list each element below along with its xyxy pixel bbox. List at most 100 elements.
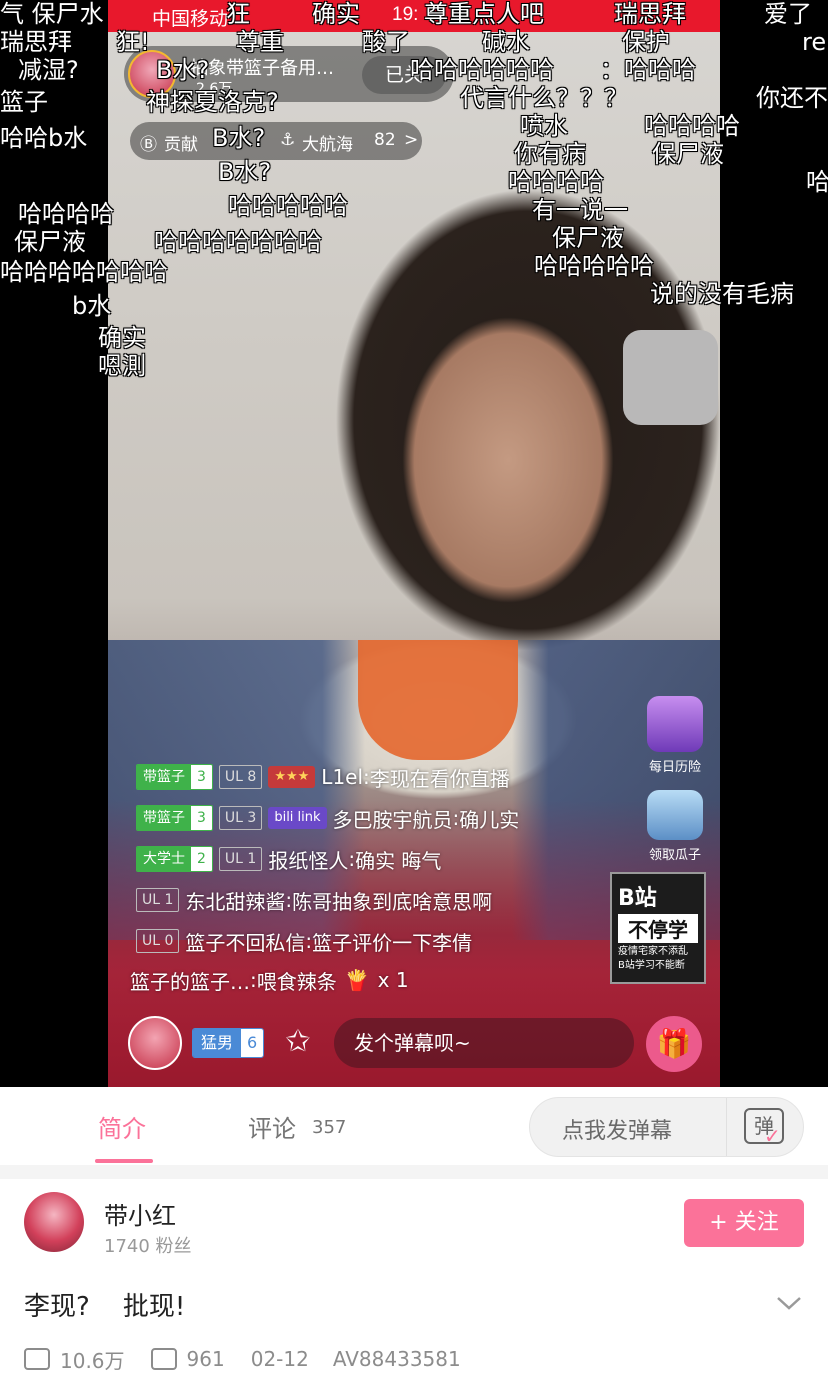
danmaku-comment: 哈哈哈哈 [508,168,604,196]
send-danmaku-button[interactable]: 点我发弹幕 弹 ✓ [529,1097,804,1157]
danmaku-comment: 有一说一 [532,196,628,224]
live-player[interactable]: 中国移动 19: 抽象带篮子备用… 2.6万 已关 Ⓑ 贡献 ⚓ 大航海 82 … [0,0,828,1087]
danmaku-comment: 哈哈哈哈哈 [534,252,654,280]
melon-seeds-button[interactable]: 领取瓜子 [640,790,710,863]
danmaku-comment: 酸了 [362,28,410,56]
danmaku-comment: 瑞思拜 [0,28,72,56]
chat-user: 报纸怪人 [268,848,349,873]
badge-icon: Ⓑ [140,135,157,155]
chat-message[interactable]: 带篮子 3 UL 3 bili link 多巴胺宇航员: 确儿实 [136,803,519,833]
view-count: 10.6万 [60,1348,125,1373]
uploader-avatar[interactable] [24,1192,84,1252]
my-fan-medal[interactable]: 猛男 6 [192,1028,265,1058]
danmaku-comment: b水 [72,292,112,320]
av-number: AV88433581 [332,1347,461,1371]
chat-user: 东北甜辣酱 [185,889,286,914]
clock: 19: [392,4,419,25]
publish-date: 02-12 [250,1347,309,1371]
star-icon[interactable]: ✩ [280,1024,316,1060]
fleet-label: 大航海 [302,135,353,155]
danmaku-comment: 狂 [226,0,250,28]
danmaku-comment: 你有病 [514,140,586,168]
daily-adventure-button[interactable]: 每日历险 [640,696,710,775]
live-danmaku-input[interactable]: 发个弹幕呗~ [334,1018,634,1068]
danmaku-comment: 哈哈哈哈哈哈 [410,56,554,84]
chevron-right-icon: > [404,130,419,150]
comments-count: 357 [312,1117,347,1138]
rank-bar[interactable]: Ⓑ 贡献 ⚓ 大航海 82 > [130,122,422,160]
gift-box-icon [647,790,703,840]
spicy-strip-icon: 🍟 [344,968,370,992]
danmaku-comment: 代言什么？？？ [460,84,628,112]
chat-user: 篮子不回私信 [185,930,306,955]
danmaku-comment: 哈哈b水 [0,124,88,152]
bilibili-link-badge-icon: bili link [268,807,327,829]
my-avatar[interactable] [128,1016,182,1070]
fan-medal: 带篮子 3 [136,805,213,831]
uploader-name[interactable]: 带小红 [104,1196,176,1231]
bilibili-study-banner[interactable]: B站 不停学 疫情宅家不添乱 B站学习不能断 [610,872,706,984]
chat-message[interactable]: 带篮子 3 UL 8 ★★★ L1el: 李现在看你直播 [136,762,510,792]
gift-count: x 1 [377,968,409,992]
danmaku-count-icon [150,1348,177,1370]
promo-line-2: 不停学 [618,914,698,943]
fan-medal: 带篮子 3 [136,764,213,790]
chat-text: 确实 晦气 [355,848,442,873]
promo-line-3: 疫情宅家不添乱 [618,946,688,957]
uploader-fans: 1740 粉丝 [104,1236,192,1257]
danmaku-comment: 喷水 [520,112,568,140]
tab-active-indicator [95,1159,153,1163]
gift-user: 篮子的篮子… [130,969,250,994]
danmaku-comment: 嗯測 [98,352,146,380]
danmaku-comment: B水? [156,56,210,84]
title-badge-icon: ★★★ [268,766,316,788]
melon-seeds-label: 领取瓜子 [648,848,701,863]
gift-icon[interactable]: 🎁 [646,1016,702,1072]
treasure-chest-icon [647,696,703,752]
danmaku-comment: 哈哈哈哈 [644,112,740,140]
danmaku-comment: re [802,28,827,56]
user-level: UL 1 [136,888,180,912]
tab-comments[interactable]: 评论 [248,1109,296,1144]
gift-text: 喂食辣条 [256,969,337,994]
video-shirt [358,640,518,760]
section-divider [0,1165,828,1179]
chat-message[interactable]: UL 0 篮子不回私信: 篮子评价一下李倩 [136,926,472,956]
gift-message[interactable]: 篮子的篮子…: 喂食辣条 🍟 x 1 [130,965,409,995]
fan-medal: 大学士 2 [136,846,213,872]
user-level: UL 0 [136,929,180,953]
play-count-icon [24,1348,50,1370]
tab-bar: 简介 评论 357 点我发弹幕 弹 ✓ [0,1087,828,1165]
danmaku-comment: 瑞思拜 [614,0,686,28]
danmaku-comment: 确实 [98,324,146,352]
chevron-down-icon[interactable] [772,1286,806,1320]
danmaku-comment: 你还不 [756,84,828,112]
check-icon: ✓ [764,1124,781,1148]
promo-line-1: B站 [618,886,657,911]
chat-user: L1el [321,765,364,789]
chat-text: 陈哥抽象到底啥意思啊 [292,889,493,914]
video-title: 李现? 批现! [24,1292,186,1322]
live-bottom-bar: 猛男 6 ✩ 发个弹幕呗~ 🎁 [108,1010,720,1080]
danmaku-comment: B水? [212,124,266,152]
user-level: UL 3 [218,806,263,830]
chat-message[interactable]: UL 1 东北甜辣酱: 陈哥抽象到底啥意思啊 [136,885,492,915]
danmaku-comment: B水? [218,158,272,186]
follow-button[interactable]: + 关注 [684,1199,804,1247]
fleet-count: 82 [374,130,396,150]
danmaku-comment: 哈哈哈哈哈哈哈 [154,228,322,256]
danmaku-count: 961 [186,1347,225,1371]
carrier-label: 中国移动 [152,9,229,30]
danmaku-comment: 保尸液 [14,228,86,256]
danmaku-comment: 保尸液 [552,224,624,252]
video-camera-device [623,330,718,425]
video-stats: 10.6万 961 02-12 AV88433581 [24,1345,461,1373]
chat-text: 篮子评价一下李倩 [312,930,473,955]
chat-text: 李现在看你直播 [369,766,510,791]
danmaku-comment: 篮子 [0,88,48,116]
danmaku-comment: 减湿? [18,56,79,84]
danmaku-comment: ：哈哈哈 [600,56,696,84]
danmaku-comment: 确实 [312,0,360,28]
chat-message[interactable]: 大学士 2 UL 1 报纸怪人: 确实 晦气 [136,844,441,874]
tab-intro[interactable]: 简介 [98,1109,146,1144]
